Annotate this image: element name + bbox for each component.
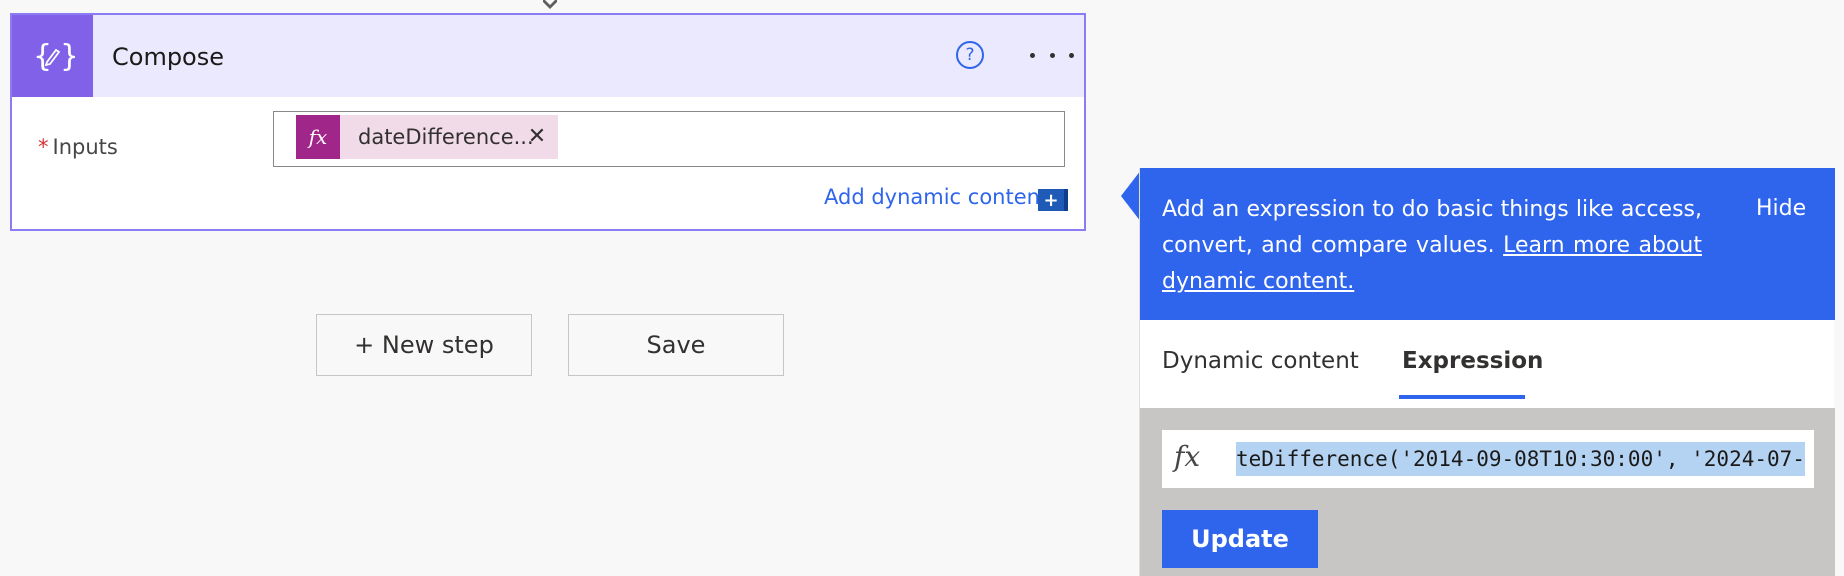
compose-icon: { } xyxy=(12,15,93,97)
tab-dynamic-content[interactable]: Dynamic content xyxy=(1162,348,1359,374)
panel-info-banner: Add an expression to do basic things lik… xyxy=(1140,168,1835,320)
required-mark: * xyxy=(38,135,49,159)
connector-arrow-icon xyxy=(543,0,557,9)
info-text: Add an expression to do basic things lik… xyxy=(1162,192,1702,300)
dynamic-content-panel: Add an expression to do basic things lik… xyxy=(1139,168,1835,576)
update-button[interactable]: Update xyxy=(1162,510,1318,568)
add-dynamic-content-icon[interactable]: + xyxy=(1038,189,1068,211)
compose-card: { } Compose ? *Inputs fx dateDifference.… xyxy=(10,13,1086,231)
inputs-label-text: Inputs xyxy=(52,135,118,159)
inputs-label: * Inputs xyxy=(38,135,118,159)
svg-text:{: { xyxy=(33,39,52,74)
panel-pointer xyxy=(1121,170,1141,222)
expression-text: teDifference('2014-09-08T10:30:00', '202… xyxy=(1236,442,1805,476)
tab-expression[interactable]: Expression xyxy=(1402,348,1543,374)
new-step-button[interactable]: + New step xyxy=(316,314,532,376)
hide-button[interactable]: Hide xyxy=(1756,196,1806,221)
more-options-icon[interactable] xyxy=(1030,43,1074,67)
token-label: dateDifference... xyxy=(358,125,534,149)
fx-icon: fx xyxy=(296,115,340,159)
inputs-field[interactable]: fx dateDifference... ✕ xyxy=(273,111,1065,167)
expression-input[interactable]: fx teDifference('2014-09-08T10:30:00', '… xyxy=(1162,430,1814,488)
add-dynamic-content-link[interactable]: Add dynamic content xyxy=(824,185,1048,209)
svg-text:}: } xyxy=(60,39,75,74)
compose-card-header[interactable]: { } Compose ? xyxy=(12,15,1084,97)
remove-token-icon[interactable]: ✕ xyxy=(527,126,547,148)
fx-icon: fx xyxy=(1174,440,1201,473)
save-button[interactable]: Save xyxy=(568,314,784,376)
expression-token[interactable]: fx dateDifference... ✕ xyxy=(296,115,558,159)
expression-area: fx teDifference('2014-09-08T10:30:00', '… xyxy=(1140,408,1835,576)
help-icon[interactable]: ? xyxy=(956,41,984,69)
compose-title: Compose xyxy=(112,43,225,71)
active-tab-indicator xyxy=(1399,395,1525,399)
